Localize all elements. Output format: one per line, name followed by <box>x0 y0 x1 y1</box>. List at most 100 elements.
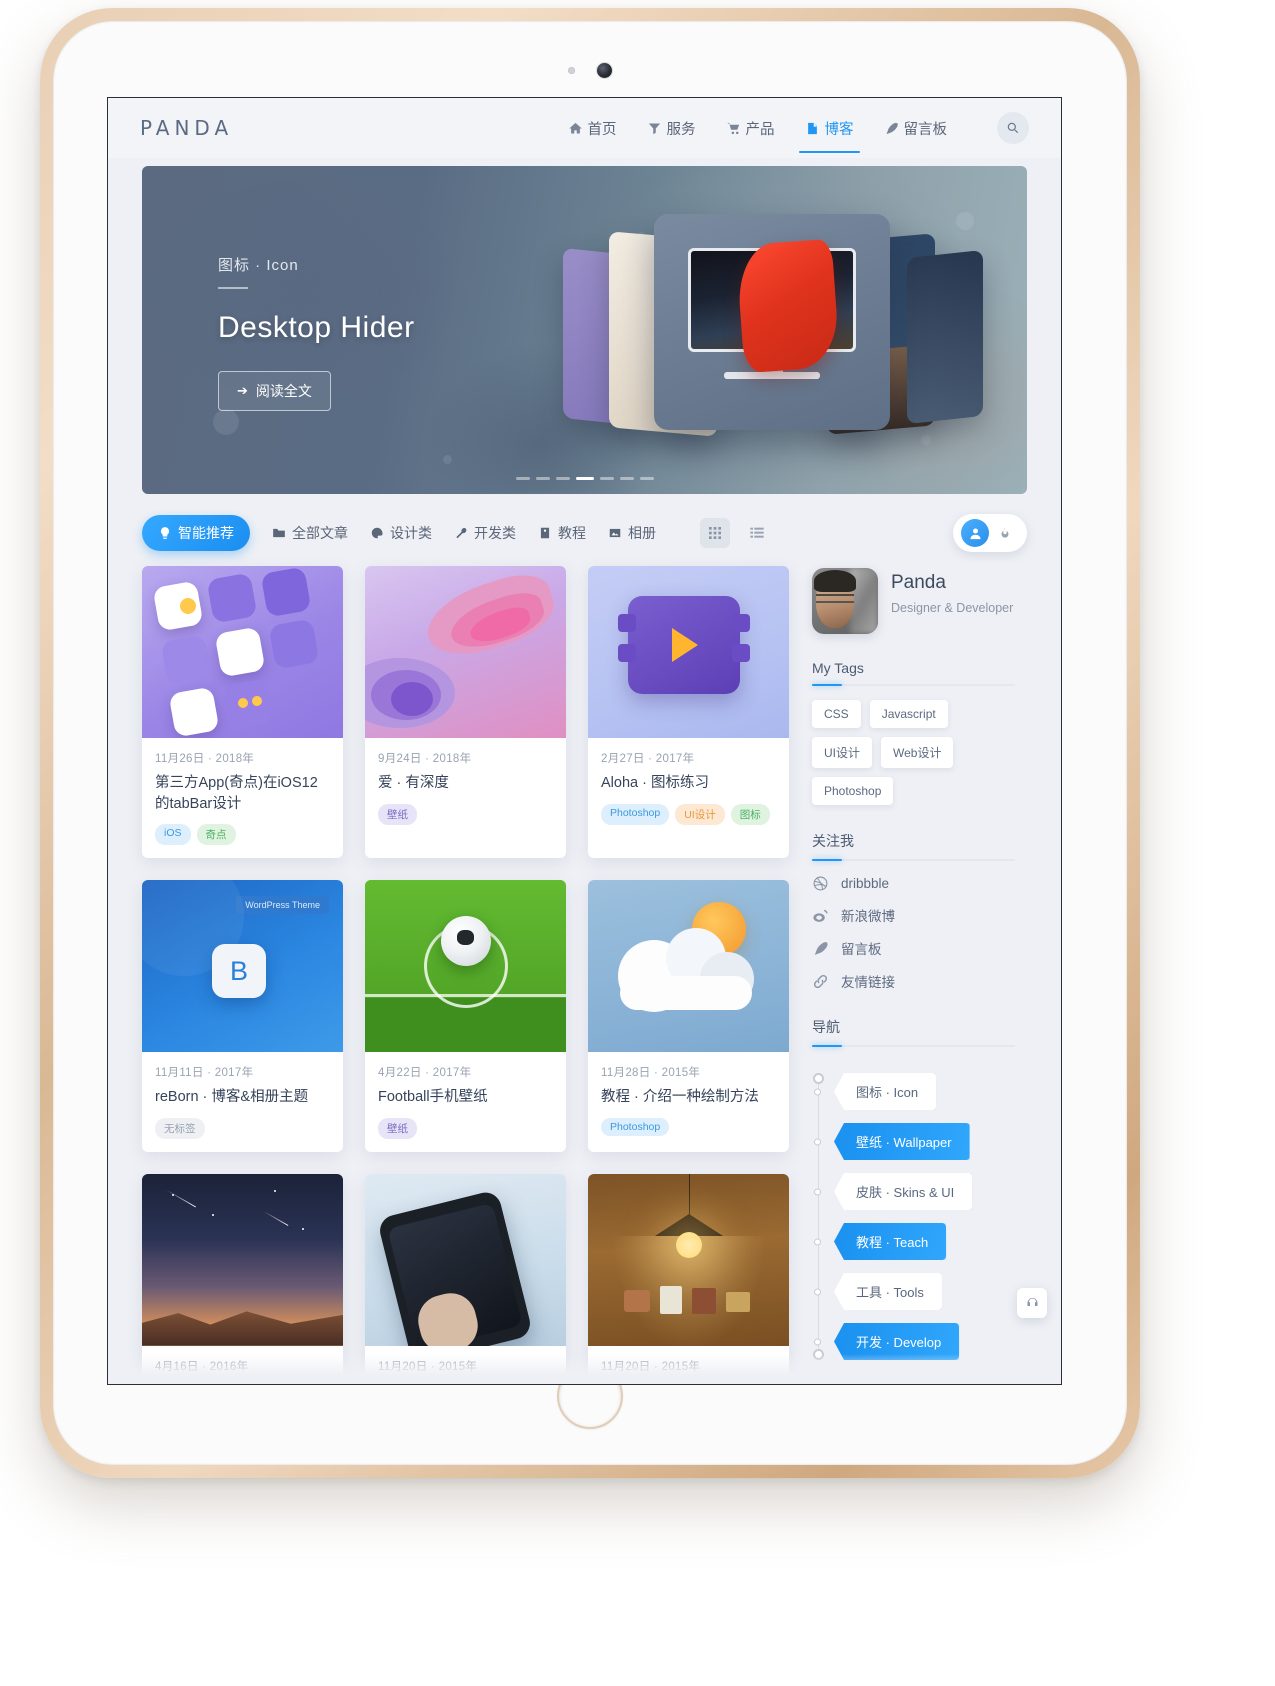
tab-development[interactable]: 开发类 <box>454 523 516 543</box>
hero-dot[interactable] <box>619 477 634 480</box>
hero-carousel[interactable]: 图标 · Icon Desktop Hider ➔ 阅读全文 <box>142 166 1027 494</box>
tag-chip[interactable]: Photoshop <box>812 777 894 805</box>
camera-lens <box>597 63 612 78</box>
nav-chip-tools[interactable]: 工具 · Tools <box>834 1273 942 1310</box>
dribbble-icon <box>813 876 828 891</box>
timeline-row: 工具 · Tools <box>814 1273 1015 1310</box>
user-avatar-button[interactable] <box>961 519 989 547</box>
tab-tutorials[interactable]: 教程 <box>538 523 586 543</box>
article-card[interactable]: 11月26日 · 2018年 第三方App(奇点)在iOS12的tabBar设计… <box>142 566 343 859</box>
nav-chip-skins[interactable]: 皮肤 · Skins & UI <box>834 1173 973 1210</box>
follow-link-friends[interactable]: 友情链接 <box>812 971 1015 991</box>
profile-block: Panda Designer & Developer <box>812 568 1015 634</box>
hero-dot[interactable] <box>555 477 570 480</box>
nav-item-guestbook[interactable]: 留言板 <box>882 100 950 157</box>
section-title: 导航 <box>812 1019 840 1035</box>
blog-icon <box>805 121 820 136</box>
my-tags-section: My Tags CSS Javascript UI设计 Web设计 Photos… <box>812 660 1015 805</box>
card-tag[interactable]: UI设计 <box>675 803 725 825</box>
folder-icon <box>273 528 285 538</box>
follow-link-guestbook[interactable]: 留言板 <box>812 938 1015 958</box>
hero-dot[interactable] <box>515 477 530 480</box>
avatar[interactable] <box>812 568 878 634</box>
tab-design[interactable]: 设计类 <box>370 523 432 543</box>
nav-chip-teach[interactable]: 教程 · Teach <box>834 1223 947 1260</box>
tab-smart-recommend[interactable]: 智能推荐 <box>142 515 250 551</box>
hero-dot-active[interactable] <box>575 477 594 480</box>
nav-item-blog[interactable]: 博客 <box>798 100 860 157</box>
tag-chip[interactable]: Javascript <box>869 700 948 728</box>
hero-dot[interactable] <box>639 477 654 480</box>
card-date: 11月28日 · 2015年 <box>601 1067 701 1080</box>
hero-carousel-wrap: 图标 · Icon Desktop Hider ➔ 阅读全文 <box>108 158 1061 494</box>
hero-pagination[interactable] <box>515 477 654 480</box>
tab-all-articles[interactable]: 全部文章 <box>272 523 348 543</box>
screen-viewport: PANDA 首页 服务 产品 博客 留言板 图标 · Icon Desktop … <box>107 97 1062 1385</box>
tag-chip[interactable]: Web设计 <box>881 737 954 768</box>
link-label: 新浪微博 <box>841 909 895 924</box>
search-icon <box>1007 122 1019 134</box>
article-card[interactable]: WordPress Theme B 11月11日 · 2017年 reBorn … <box>142 880 343 1152</box>
grid-view-button[interactable] <box>700 518 730 548</box>
card-thumbnail <box>365 1173 566 1346</box>
follow-section: 关注我 dribbble 新浪微博 留言板 友情链接 <box>812 831 1015 991</box>
article-card[interactable]: 11月28日 · 2015年 教程 · 介绍一种绘制方法 Photoshop <box>588 880 789 1152</box>
hot-button[interactable] <box>991 519 1019 547</box>
article-card[interactable]: 11月20日 · 2015年 flyme手机壁纸 Photoshop UI设计 <box>365 1173 566 1384</box>
tag-chip[interactable]: CSS <box>812 700 861 728</box>
article-card[interactable]: 4月16日 · 2016年 私藏壁纸一张 <box>142 1173 343 1384</box>
nav-label: 留言板 <box>903 121 948 138</box>
nav-label: 博客 <box>824 121 854 138</box>
nav-item-products[interactable]: 产品 <box>724 100 777 157</box>
search-button[interactable] <box>997 112 1029 144</box>
card-title: flyme手机壁纸 <box>378 1381 553 1384</box>
card-body: 2月27日 · 2017年 Aloha · 图标练习 Photoshop UI设… <box>588 738 789 838</box>
site-logo[interactable]: PANDA <box>140 116 233 140</box>
nav-chip-wallpaper[interactable]: 壁纸 · Wallpaper <box>834 1123 970 1160</box>
article-card[interactable]: 9月24日 · 2018年 爱 · 有深度 壁纸 <box>365 566 566 859</box>
timeline-dot <box>814 1138 821 1145</box>
card-tag[interactable]: 奇点 <box>196 824 236 846</box>
list-view-button[interactable] <box>742 518 772 548</box>
card-tag[interactable]: 壁纸 <box>378 1117 417 1139</box>
article-grid: 11月26日 · 2018年 第三方App(奇点)在iOS12的tabBar设计… <box>142 566 790 1384</box>
user-actions-pill <box>953 514 1027 552</box>
list-view-icon <box>750 527 764 538</box>
hero-dot[interactable] <box>599 477 614 480</box>
nav-label: 产品 <box>745 121 775 138</box>
home-icon <box>568 121 583 136</box>
tab-label: 智能推荐 <box>178 525 234 541</box>
help-float-button[interactable] <box>1017 1288 1047 1318</box>
follow-link-dribbble[interactable]: dribbble <box>812 875 1015 892</box>
timeline-dot <box>814 1338 821 1345</box>
card-tag[interactable]: Photoshop <box>601 803 670 825</box>
nav-chip-icon[interactable]: 图标 · Icon <box>834 1073 937 1110</box>
tab-album[interactable]: 相册 <box>608 523 656 543</box>
card-tag[interactable]: 壁纸 <box>378 803 417 825</box>
timeline-cap-top <box>813 1073 824 1084</box>
card-body: 11月26日 · 2018年 第三方App(奇点)在iOS12的tabBar设计… <box>142 738 343 858</box>
main-nav: 首页 服务 产品 博客 留言板 <box>566 100 1029 157</box>
nav-item-services[interactable]: 服务 <box>645 100 698 157</box>
card-tag[interactable]: Photoshop <box>601 1117 670 1136</box>
tag-chip[interactable]: UI设计 <box>812 737 873 768</box>
card-tag[interactable]: iOS <box>155 824 191 846</box>
article-card[interactable]: 2月27日 · 2017年 Aloha · 图标练习 Photoshop UI设… <box>588 566 789 859</box>
read-more-button[interactable]: ➔ 阅读全文 <box>218 371 331 411</box>
timeline-row: 教程 · Teach <box>814 1223 1015 1260</box>
card-tags: 无标签 <box>155 1117 330 1139</box>
card-tag[interactable]: 图标 <box>730 803 770 825</box>
palette-icon <box>371 527 383 539</box>
article-card[interactable]: 4月22日 · 2017年 Football手机壁纸 壁纸 <box>365 880 566 1152</box>
article-card[interactable]: 11月20日 · 2015年 OrgRar · WinRAR主题 <box>588 1173 789 1384</box>
card-body: 4月16日 · 2016年 私藏壁纸一张 <box>142 1346 343 1384</box>
nav-chip-develop[interactable]: 开发 · Develop <box>834 1323 960 1360</box>
front-camera-cluster <box>568 63 612 78</box>
card-body: 9月24日 · 2018年 爱 · 有深度 壁纸 <box>365 738 566 838</box>
nav-item-home[interactable]: 首页 <box>566 100 619 157</box>
card-thumbnail <box>142 566 343 738</box>
follow-link-weibo[interactable]: 新浪微博 <box>812 905 1015 925</box>
card-thumbnail <box>142 1173 343 1346</box>
card-tag[interactable]: 无标签 <box>155 1117 205 1139</box>
hero-dot[interactable] <box>535 477 550 480</box>
